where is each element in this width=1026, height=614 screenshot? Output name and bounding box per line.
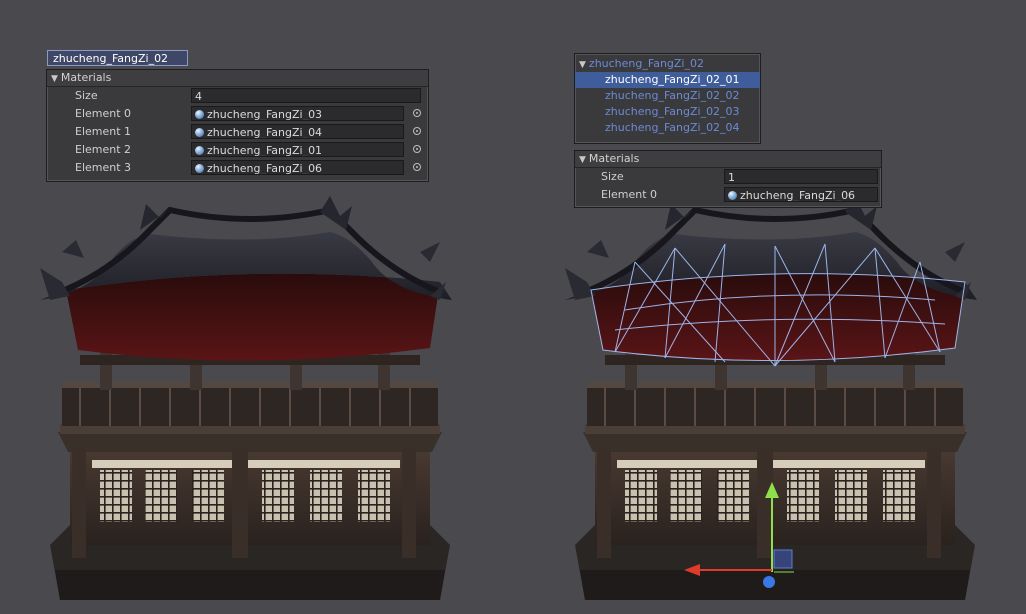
materials-header: Materials — [60, 71, 112, 84]
material-name: zhucheng_FangZi_04 — [207, 126, 323, 139]
triangle-down-icon[interactable]: ▼ — [579, 57, 586, 73]
object-picker-icon[interactable] — [413, 145, 421, 153]
right-building-model[interactable] — [565, 196, 983, 600]
size-label: Size — [75, 89, 98, 102]
material-sphere-icon — [195, 146, 204, 155]
size-label: Size — [601, 170, 624, 183]
element-row: Element 2 zhucheng_FangZi_01 — [47, 141, 428, 159]
element-label: Element 0 — [75, 107, 132, 120]
material-name: zhucheng_FangZi_01 — [207, 144, 323, 157]
material-sphere-icon — [195, 128, 204, 137]
hierarchy-child[interactable]: zhucheng_FangZi_02_03 — [575, 104, 760, 120]
material-field[interactable]: zhucheng_FangZi_04 — [191, 124, 404, 139]
material-name: zhucheng_FangZi_06 — [207, 162, 323, 175]
hierarchy-child[interactable]: zhucheng_FangZi_02_02 — [575, 88, 760, 104]
material-field[interactable]: zhucheng_FangZi_06 — [724, 187, 878, 202]
hierarchy-parent-label: zhucheng_FangZi_02 — [588, 57, 704, 70]
size-row: Size 1 — [575, 168, 881, 186]
triangle-down-icon[interactable]: ▼ — [51, 71, 58, 87]
size-row: Size 4 — [47, 87, 428, 105]
material-field[interactable]: zhucheng_FangZi_06 — [191, 160, 404, 175]
material-field[interactable]: zhucheng_FangZi_01 — [191, 142, 404, 157]
materials-foldout[interactable]: ▼ Materials — [47, 70, 428, 87]
material-sphere-icon — [728, 191, 737, 200]
element-row: Element 0 zhucheng_FangZi_06 — [575, 186, 881, 204]
hierarchy-child[interactable]: zhucheng_FangZi_02_04 — [575, 120, 760, 136]
left-materials-panel: ▼ Materials Size 4 Element 0 zhucheng_Fan… — [46, 69, 429, 182]
materials-header: Materials — [588, 152, 640, 165]
element-label: Element 3 — [75, 161, 132, 174]
triangle-down-icon[interactable]: ▼ — [579, 152, 586, 168]
hierarchy-parent[interactable]: ▼ zhucheng_FangZi_02 — [575, 56, 760, 72]
element-label: Element 2 — [75, 143, 132, 156]
element-label: Element 1 — [75, 125, 132, 138]
object-name-field[interactable]: zhucheng_FangZi_02 — [47, 50, 188, 66]
element-row: Element 3 zhucheng_FangZi_06 — [47, 159, 428, 177]
element-row: Element 0 zhucheng_FangZi_03 — [47, 105, 428, 123]
element-row: Element 1 zhucheng_FangZi_04 — [47, 123, 428, 141]
materials-foldout[interactable]: ▼ Materials — [575, 151, 881, 168]
material-name: zhucheng_FangZi_06 — [740, 189, 856, 202]
object-picker-icon[interactable] — [413, 109, 421, 117]
hierarchy-child-selected[interactable]: zhucheng_FangZi_02_01 — [575, 72, 760, 88]
object-picker-icon[interactable] — [413, 127, 421, 135]
size-input[interactable]: 1 — [724, 169, 878, 184]
material-sphere-icon — [195, 110, 204, 119]
object-picker-icon[interactable] — [413, 163, 421, 171]
right-materials-panel: ▼ Materials Size 1 Element 0 zhucheng_Fan… — [574, 150, 882, 208]
material-field[interactable]: zhucheng_FangZi_03 — [191, 106, 404, 121]
size-input[interactable]: 4 — [191, 88, 421, 103]
left-building-model[interactable] — [40, 196, 458, 600]
element-label: Element 0 — [601, 188, 658, 201]
material-name: zhucheng_FangZi_03 — [207, 108, 323, 121]
material-sphere-icon — [195, 164, 204, 173]
hierarchy-panel: ▼ zhucheng_FangZi_02 zhucheng_FangZi_02_0… — [574, 53, 761, 144]
